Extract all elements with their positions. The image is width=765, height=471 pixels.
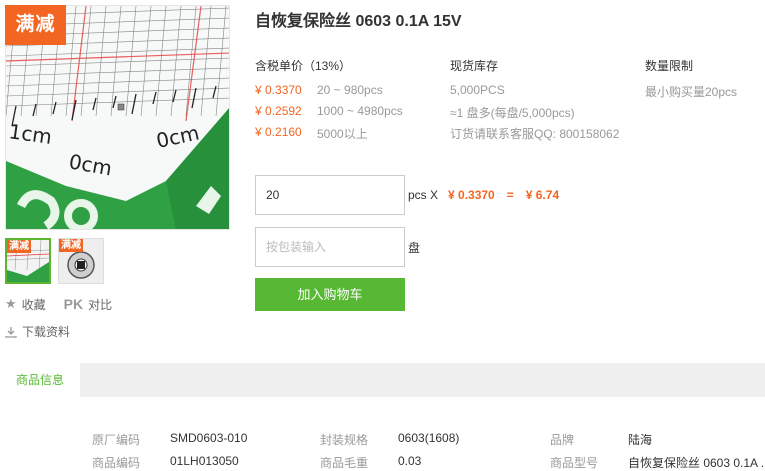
favorite-button[interactable]: ★ 收藏 <box>5 296 46 313</box>
calc-total: ¥ 6.74 <box>525 188 560 202</box>
limit-header: 数量限制 <box>645 59 694 73</box>
tier-price: ¥ 0.3370 <box>255 83 302 97</box>
thumbnail-strip: 满减 满减 <box>5 238 104 284</box>
price-header: 含税单价（13%） <box>255 59 352 73</box>
compare-label: 对比 <box>88 297 113 312</box>
spec-value: 0603(1608) <box>398 431 460 445</box>
spec-label: 商品编码 <box>92 456 141 470</box>
thumbnail[interactable]: 满减 <box>58 238 104 284</box>
stock-line: ≈1 盘多(每盘/5,000pcs) <box>450 106 575 120</box>
spec-label: 原厂编码 <box>92 433 141 447</box>
reel-unit-label: 盘 <box>408 241 421 255</box>
spec-value: SMD0603-010 <box>170 431 248 445</box>
star-icon: ★ <box>5 296 17 311</box>
spec-value: 01LH013050 <box>170 454 239 468</box>
download-icon <box>5 326 17 338</box>
product-title: 自恢复保险丝 0603 0.1A 15V <box>255 13 462 30</box>
pcs-x-label: pcs X <box>408 188 439 202</box>
stock-line: 5,000PCS <box>450 83 505 97</box>
price-tier: ¥ 0.3370 20 ~ 980pcs <box>255 83 383 97</box>
calc-unit-price: ¥ 0.3370 <box>448 188 495 202</box>
tab-product-info[interactable]: 商品信息 <box>0 363 80 397</box>
equals-sign: = <box>506 188 514 202</box>
spec-label: 品牌 <box>550 433 575 447</box>
limit-text: 最小购买量20pcs <box>645 85 738 99</box>
spec-value: 自恢复保险丝 0603 0.1A ... <box>628 456 765 470</box>
download-docs-link[interactable]: 下载资料 <box>5 323 70 340</box>
spec-label: 封装规格 <box>320 433 369 447</box>
pk-icon: PK <box>63 296 84 312</box>
tier-range: 1000 ~ 4980pcs <box>317 104 403 118</box>
add-to-cart-button[interactable]: 加入购物车 <box>255 278 405 311</box>
tier-range: 20 ~ 980pcs <box>317 83 383 97</box>
download-label: 下载资料 <box>22 325 71 339</box>
favorite-label: 收藏 <box>21 297 46 312</box>
spec-label: 商品毛重 <box>320 456 369 470</box>
thumbnail[interactable]: 满减 <box>5 238 51 284</box>
compare-button[interactable]: PK 对比 <box>64 296 112 313</box>
price-tier: ¥ 0.2160 5000以上 <box>255 125 368 142</box>
spec-value: 0.03 <box>398 454 422 468</box>
promo-tag: 满减 <box>5 5 66 45</box>
thumbnail-promo-tag: 满减 <box>7 240 31 253</box>
tier-price: ¥ 0.2592 <box>255 104 302 118</box>
stock-header: 现货库存 <box>450 59 499 73</box>
quantity-input[interactable]: 20 <box>255 175 405 215</box>
pack-quantity-input[interactable]: 按包装输入 <box>255 227 405 267</box>
thumbnail-promo-tag: 满减 <box>59 239 83 252</box>
tier-range: 5000以上 <box>317 127 368 141</box>
tier-price: ¥ 0.2160 <box>255 125 302 139</box>
price-tier: ¥ 0.2592 1000 ~ 4980pcs <box>255 104 403 118</box>
stock-line: 订货请联系客服QQ: 800158062 <box>450 127 620 141</box>
tab-bar: 商品信息 <box>0 363 765 397</box>
price-calc: pcs X ¥ 0.3370 = ¥ 6.74 <box>408 188 559 202</box>
product-actions: ★ 收藏 PK 对比 <box>5 294 130 314</box>
spec-value: 陆海 <box>628 433 653 447</box>
spec-label: 商品型号 <box>550 456 599 470</box>
